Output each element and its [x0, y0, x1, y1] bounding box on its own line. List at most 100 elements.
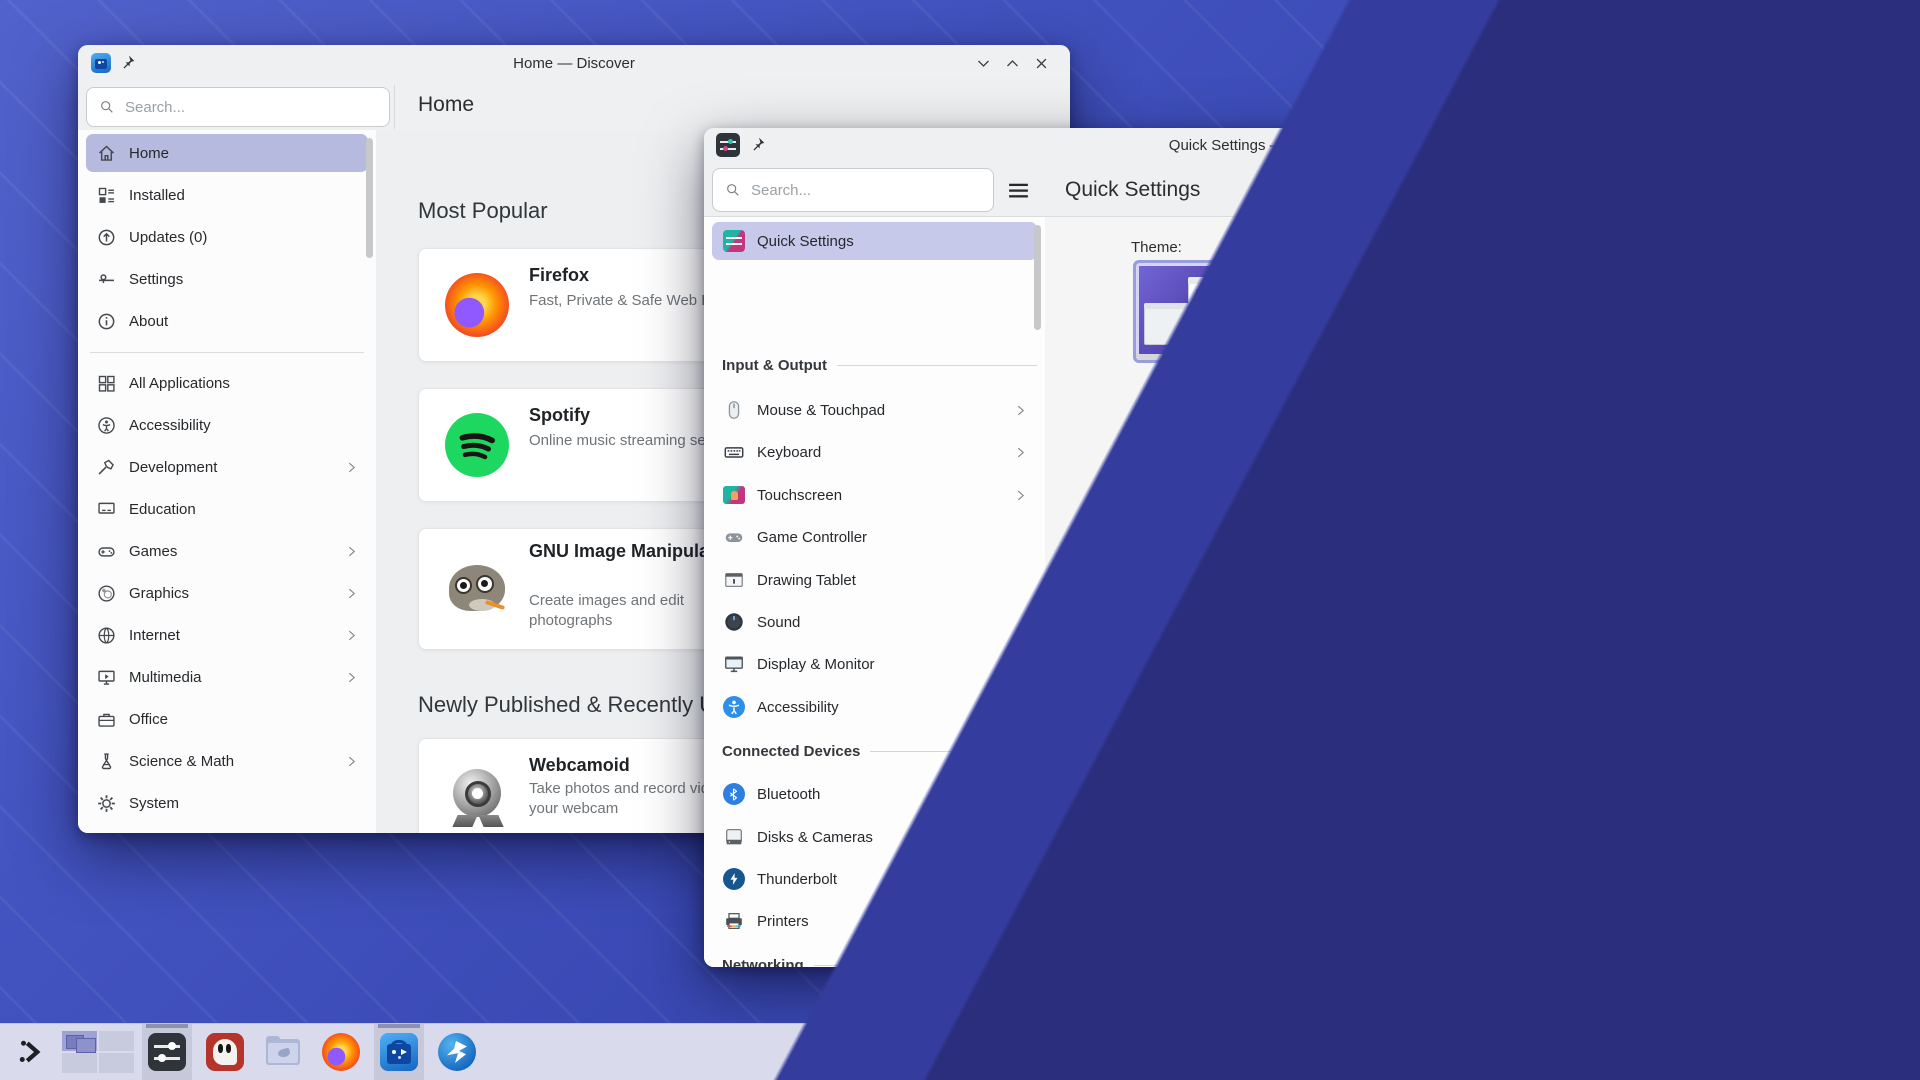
pause-inhibit-icon[interactable]	[1569, 1041, 1592, 1064]
notifications-bell-icon[interactable]	[1421, 1041, 1444, 1064]
brightness-icon[interactable]	[1643, 1041, 1666, 1064]
general-behavior-button[interactable]: General Behavior	[1131, 922, 1381, 966]
pin-icon[interactable]	[1809, 471, 1828, 490]
task-konqueror[interactable]	[432, 1024, 482, 1080]
popup-item-bluetooth[interactable]: Bluetooth	[1311, 629, 1421, 657]
discover-search-input[interactable]	[123, 98, 377, 117]
sidebar-item-touchscreen[interactable]: Touchscreen	[712, 476, 1037, 514]
wifi-icon[interactable]	[1719, 1041, 1742, 1064]
sidebar-item-home[interactable]: Home	[86, 134, 368, 172]
popup-item-power-battery[interactable]: Power and Battery	[1581, 682, 1755, 710]
radio-selects-them[interactable]	[1139, 767, 1159, 787]
sidebar-item-keyboard[interactable]: Keyboard	[712, 433, 1037, 471]
breeze-dark-dropdown-button[interactable]	[1497, 260, 1532, 365]
sidebar-item-game-controller[interactable]: Game Controller	[712, 518, 1037, 556]
task-dolphin[interactable]	[258, 1024, 308, 1080]
popup-item-weather[interactable]: Set up Weather Report...	[1581, 575, 1800, 603]
radio-opens-them[interactable]	[1139, 819, 1159, 839]
sidebar-item-accessibility[interactable]: Accessibility	[86, 406, 368, 444]
theme-option-automatic[interactable]	[1573, 260, 1718, 363]
section-title: Newly Published & Recently Updated	[418, 692, 782, 718]
popup-item-vaults[interactable]: Vaults	[1311, 575, 1396, 603]
popup-item-printers[interactable]: Printers	[1311, 736, 1408, 764]
theme-option-breeze[interactable]	[1133, 260, 1313, 363]
clipboard-icon[interactable]	[1532, 1041, 1555, 1064]
popup-item-input-method[interactable]: Input Method	[1581, 521, 1716, 549]
digital-clock[interactable]: 23:37 2025-10-16	[1789, 1034, 1858, 1070]
chevron-right-icon	[345, 629, 358, 642]
task-ghostwriter[interactable]	[200, 1024, 250, 1080]
popup-item-disks-devices[interactable]: Disks & Devices	[1581, 629, 1739, 657]
configure-icon[interactable]	[1765, 469, 1787, 491]
discover-titlebar[interactable]: Home — Discover	[78, 45, 1070, 81]
close-button[interactable]	[1027, 52, 1056, 74]
hammer-icon	[96, 457, 117, 478]
peek-desktop-button[interactable]	[1880, 1040, 1910, 1064]
sidebar-item-bluetooth[interactable]: Bluetooth	[712, 775, 1037, 813]
sidebar-item-science-math[interactable]: Science & Math	[86, 742, 368, 780]
breeze-dark-thumbnail[interactable]	[1352, 260, 1497, 363]
sidebar-item-installed[interactable]: Installed	[86, 176, 368, 214]
hamburger-menu-icon[interactable]	[1006, 178, 1031, 203]
discover-search[interactable]	[86, 87, 390, 127]
sidebar-item-games[interactable]: Games	[86, 532, 368, 570]
sidebar-item-all-applications[interactable]: All Applications	[86, 364, 368, 402]
breeze-dropdown-button[interactable]	[1278, 260, 1313, 365]
breeze-thumbnail[interactable]	[1133, 260, 1278, 363]
sidebar-item-system[interactable]: System	[86, 784, 368, 822]
settings-titlebar[interactable]: Quick Settings — System Settings	[704, 128, 1862, 162]
popup-item-display-configuration[interactable]: Display Configuration	[1311, 682, 1505, 710]
minimize-button[interactable]	[1765, 134, 1794, 156]
k-tray-icon[interactable]: K	[1680, 1040, 1705, 1065]
pin-icon[interactable]	[750, 136, 766, 152]
sidebar-item-drawing-tablet[interactable]: Drawing Tablet	[712, 561, 1037, 599]
sidebar-item-disks-cameras[interactable]: Disks & Cameras	[712, 818, 1037, 856]
popup-item-rdp-server[interactable]: RDP Server	[1311, 521, 1438, 549]
sidebar-item-quick-settings[interactable]: Quick Settings	[712, 222, 1037, 260]
virtual-desktop-pager[interactable]	[62, 1031, 134, 1073]
task-firefox[interactable]	[316, 1024, 366, 1080]
maximize-button[interactable]	[998, 52, 1027, 74]
pin-icon[interactable]	[120, 54, 136, 70]
sidebar-item-settings[interactable]: Settings	[86, 260, 368, 298]
tray-expand-chevron-icon[interactable]	[1756, 1043, 1775, 1062]
user-icon[interactable]	[1458, 1041, 1481, 1064]
monitor-icon	[722, 653, 745, 676]
sidebar-item-mouse-touchpad[interactable]: Mouse & Touchpad	[712, 391, 1037, 429]
wallpaper-button[interactable]: Wallpaper	[1131, 547, 1381, 591]
sidebar-item-about[interactable]: About	[86, 302, 368, 340]
maximize-button[interactable]	[1794, 134, 1823, 156]
automatic-thumbnail[interactable]	[1573, 260, 1718, 363]
sidebar-item-office[interactable]: Office	[86, 700, 368, 738]
close-button[interactable]	[1823, 134, 1852, 156]
theme-option-breeze-dark[interactable]	[1352, 260, 1532, 363]
sidebar-item-updates[interactable]: Updates (0)	[86, 218, 368, 256]
cloud-sync-icon[interactable]	[1495, 1041, 1518, 1064]
sidebar-item-education[interactable]: Education	[86, 490, 368, 528]
settings-search-input[interactable]	[749, 181, 981, 200]
sidebar-item-development[interactable]: Development	[86, 448, 368, 486]
slider-handle[interactable]	[1131, 647, 1163, 663]
sidebar-item-graphics[interactable]: Graphics	[86, 574, 368, 612]
task-system-settings[interactable]	[142, 1024, 192, 1080]
minimize-button[interactable]	[969, 52, 998, 74]
app-card-firefox[interactable]: Firefox Fast, Private & Safe Web Browser	[418, 248, 1040, 362]
sidebar-item-multimedia[interactable]: Multimedia	[86, 658, 368, 696]
app-card-spotify[interactable]: Spotify Online music streaming service	[418, 388, 1040, 502]
volume-icon[interactable]	[1606, 1041, 1629, 1064]
settings-sidebar-scrollbar[interactable]	[1034, 225, 1041, 330]
app-card-webcamoid[interactable]: Webcamoid Take photos and record videos …	[418, 738, 1040, 833]
sidebar-item-sound[interactable]: Printers Sound	[712, 603, 1037, 641]
settings-search[interactable]	[712, 168, 994, 212]
app-launcher-button[interactable]	[8, 1024, 54, 1080]
sidebar-scrollbar[interactable]	[366, 138, 373, 258]
app-card-gimp[interactable]: GNU Image Manipulation Create images and…	[418, 528, 1040, 650]
sidebar-item-printers[interactable]: Printers	[712, 902, 1037, 940]
sidebar-item-thunderbolt[interactable]: Thunderbolt	[712, 860, 1037, 898]
sidebar-item-accessibility[interactable]: Accessibility	[712, 688, 1037, 726]
sidebar-item-internet[interactable]: Internet	[86, 616, 368, 654]
sidebar-item-display-monitor[interactable]: Display & Monitor	[712, 645, 1037, 683]
bluetooth-toggle[interactable]	[985, 784, 1027, 805]
task-discover[interactable]	[374, 1024, 424, 1080]
settings-content-scrollbar[interactable]	[1851, 229, 1858, 479]
